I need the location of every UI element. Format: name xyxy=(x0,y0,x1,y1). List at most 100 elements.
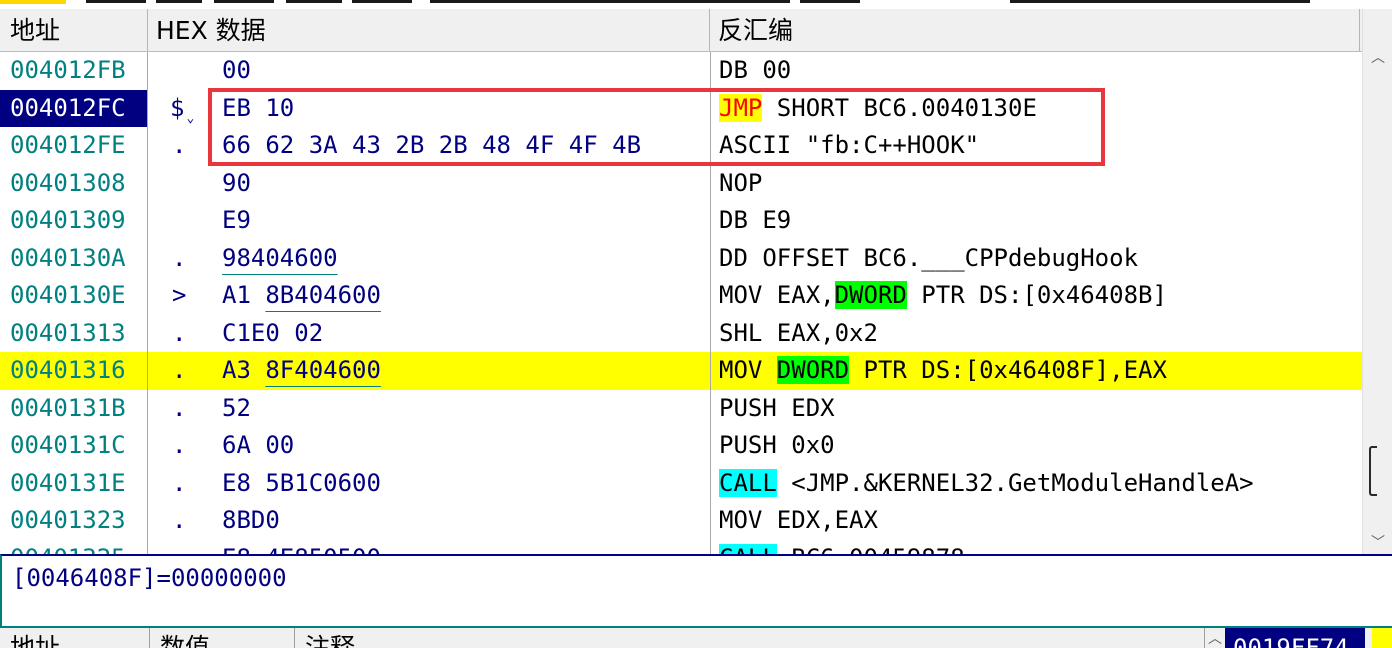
top-toolbar-strip xyxy=(0,0,1392,6)
table-row[interactable]: 0040131B . 52 PUSH EDX xyxy=(0,389,1362,427)
scroll-up-arrow-icon[interactable]: ︿ xyxy=(1363,47,1392,67)
row-disassembly: PUSH 0x0 xyxy=(710,427,835,465)
row-marker: . xyxy=(172,393,187,422)
row-address: 004012FE xyxy=(0,127,148,165)
row-disassembly: CALL BC6.00459878 xyxy=(710,539,965,554)
row-disassembly: MOV EAX,DWORD PTR DS:[0x46408B] xyxy=(710,277,1167,315)
row-marker: $ ⌄ xyxy=(170,93,195,126)
row-disassembly: MOV EDX,EAX xyxy=(710,502,878,540)
table-row[interactable]: 00401313 . C1E0 02 SHL EAX,0x2 xyxy=(0,314,1362,352)
row-address: 0040131C xyxy=(0,427,148,465)
disassembly-scrollbar[interactable]: ︿ ﹀ xyxy=(1362,9,1392,554)
info-pane: [0046408F]=00000000 xyxy=(0,554,1392,626)
table-row[interactable]: 00401323 . 8BD0 MOV EDX,EAX xyxy=(0,502,1362,540)
table-row[interactable]: 004012FC $ ⌄ EB 10 JMP SHORT BC6.0040130E xyxy=(0,89,1362,127)
row-address: 00401309 xyxy=(0,202,148,240)
table-row[interactable]: 0040130E > A1 8B404600 MOV EAX,DWORD PTR… xyxy=(0,277,1362,315)
row-marker: . xyxy=(172,540,186,555)
scroll-thumb[interactable] xyxy=(1369,446,1377,496)
row-hex: 52 xyxy=(222,393,251,422)
row-disassembly: ASCII "fb:C++HOOK" xyxy=(710,127,979,165)
toolbar-segment xyxy=(1010,0,1310,3)
stack-address[interactable]: 0019FF74 xyxy=(1225,628,1365,648)
table-row[interactable]: 0040131E . E8 5B1C0600 CALL <JMP.&KERNEL… xyxy=(0,464,1362,502)
row-hex: E8 4E850500 xyxy=(222,540,381,555)
column-header-disassembly[interactable]: 反汇编 xyxy=(710,9,1360,51)
row-disassembly: DB 00 xyxy=(710,52,791,90)
row-hex: EB 10 xyxy=(222,93,295,122)
row-address: 0040131E xyxy=(0,464,148,502)
toolbar-segment xyxy=(430,0,790,3)
jump-mnemonic: JMP xyxy=(719,93,763,122)
row-hex: 00 xyxy=(222,56,251,84)
table-row[interactable]: 0040131C . 6A 00 PUSH 0x0 xyxy=(0,427,1362,465)
row-marker: . xyxy=(172,468,187,497)
scroll-down-arrow-icon[interactable]: ﹀ xyxy=(1363,532,1392,552)
dump-column-value[interactable]: 数值 xyxy=(150,628,295,648)
toolbar-segment xyxy=(156,0,202,3)
size-keyword: DWORD xyxy=(776,356,850,384)
row-marker: . xyxy=(172,356,187,384)
row-hex: 6A 00 xyxy=(222,431,295,459)
table-row[interactable]: 00401309 E9 DB E9 xyxy=(0,202,1362,240)
info-text: [0046408F]=00000000 xyxy=(12,564,287,592)
row-hex: E8 5B1C0600 xyxy=(222,468,381,497)
row-address: 00401313 xyxy=(0,314,148,352)
row-address: 00401316 xyxy=(0,352,148,390)
chevron-down-icon: ⌄ xyxy=(186,110,195,126)
row-address: 004012FC xyxy=(0,89,148,127)
table-row[interactable]: 004012FE . 66 62 3A 43 2B 2B 48 4F 4F 4B… xyxy=(0,127,1362,165)
row-hex: A3 8F404600 xyxy=(222,356,381,384)
column-header-address[interactable]: 地址 xyxy=(0,9,148,51)
dump-column-address[interactable]: 地址 xyxy=(0,628,150,648)
row-disassembly: MOV DWORD PTR DS:[0x46408F],EAX xyxy=(710,352,1167,390)
row-address: 0040130A xyxy=(0,239,148,277)
disassembly-header: 地址 HEX 数据 反汇编 注 xyxy=(0,9,1362,52)
row-address: 00401323 xyxy=(0,502,148,540)
hex-reference: 98404600 xyxy=(222,243,338,272)
call-mnemonic: CALL xyxy=(719,468,777,497)
size-keyword: DWORD xyxy=(834,281,907,309)
table-row-current[interactable]: 00401316 . A3 8F404600 MOV DWORD PTR DS:… xyxy=(0,352,1362,390)
row-disassembly: PUSH EDX xyxy=(710,389,835,427)
toolbar-segment xyxy=(286,0,342,3)
row-address: 00401325 xyxy=(0,539,148,554)
row-marker: . xyxy=(172,318,187,347)
row-disassembly: CALL <JMP.&KERNEL32.GetModuleHandleA> xyxy=(710,464,1254,502)
row-marker: . xyxy=(172,131,187,159)
row-address: 004012FB xyxy=(0,52,148,90)
row-hex: 98404600 xyxy=(222,240,338,278)
toolbar-segment xyxy=(214,0,274,3)
row-disassembly: SHL EAX,0x2 xyxy=(710,314,878,352)
toolbar-segment xyxy=(86,0,146,3)
table-row[interactable]: 00401325 . E8 4E850500 CALL BC6.00459878 xyxy=(0,539,1362,555)
row-marker: . xyxy=(172,243,187,272)
scroll-up-arrow-icon[interactable]: ︿ xyxy=(1205,628,1225,648)
table-row[interactable]: 0040130A . 98404600 DD OFFSET BC6.___CPP… xyxy=(0,239,1362,278)
row-hex: 66 62 3A 43 2B 2B 48 4F 4F 4B xyxy=(222,131,642,159)
row-hex: A1 8B404600 xyxy=(222,281,381,309)
hex-reference: 8F404600 xyxy=(265,356,381,384)
column-header-hex[interactable]: HEX 数据 xyxy=(148,9,710,51)
row-hex: E9 xyxy=(222,206,251,234)
row-address: 0040131B xyxy=(0,389,148,427)
row-hex: 8BD0 xyxy=(222,506,280,534)
table-row[interactable]: 004012FB 00 DB 00 xyxy=(0,52,1362,90)
dump-pane-header: 地址 数值 注释 ︿ 0019FF74 xyxy=(0,626,1392,648)
row-marker: . xyxy=(172,506,187,534)
toolbar-segment xyxy=(800,0,860,3)
toolbar-segment xyxy=(352,0,412,3)
hex-reference: 8B404600 xyxy=(265,281,381,309)
disassembly-pane[interactable]: 地址 HEX 数据 反汇编 注 004012FB 00 DB 00 004012… xyxy=(0,9,1362,554)
stack-marker xyxy=(1372,628,1392,648)
row-disassembly: DB E9 xyxy=(710,202,791,240)
row-address: 00401308 xyxy=(0,164,148,202)
row-hex: 90 xyxy=(222,168,251,197)
dump-column-comment[interactable]: 注释 xyxy=(295,628,1205,648)
row-disassembly: NOP xyxy=(710,164,762,202)
table-row[interactable]: 00401308 90 NOP xyxy=(0,164,1362,202)
toolbar-active-marker xyxy=(0,0,66,4)
row-marker: . xyxy=(172,431,187,459)
row-disassembly: JMP SHORT BC6.0040130E xyxy=(710,89,1037,127)
row-disassembly: DD OFFSET BC6.___CPPdebugHook xyxy=(710,239,1138,277)
